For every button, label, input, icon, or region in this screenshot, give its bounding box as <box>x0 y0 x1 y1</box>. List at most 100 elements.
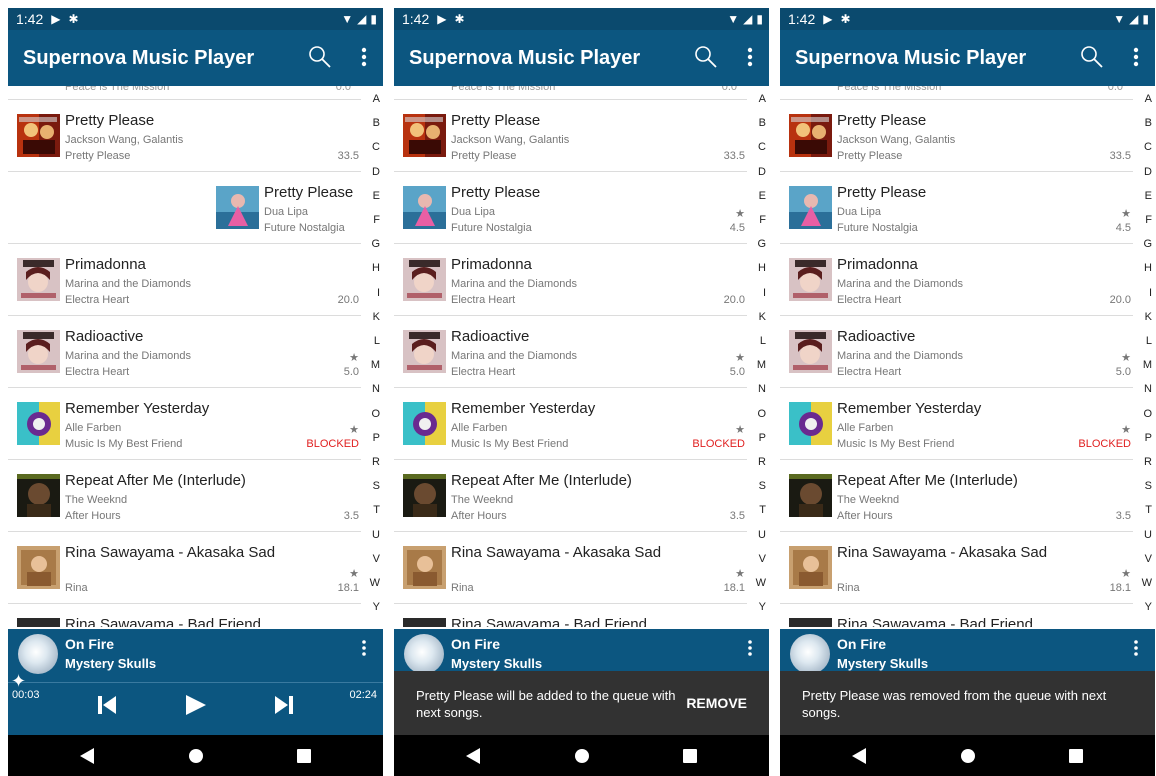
alphabet-letter[interactable]: E <box>759 190 766 202</box>
alphabet-letter[interactable]: B <box>759 117 766 129</box>
alphabet-letter[interactable]: N <box>758 383 766 395</box>
song-row[interactable]: Rina Sawayama - Bad Friend <box>780 604 1133 627</box>
search-icon[interactable] <box>1079 44 1105 70</box>
alphabet-letter[interactable]: U <box>758 529 766 541</box>
skip-next-icon[interactable] <box>272 693 296 717</box>
more-vert-icon[interactable] <box>1133 639 1139 657</box>
recents-icon[interactable] <box>681 747 699 765</box>
song-row[interactable]: Rina Sawayama - Bad Friend <box>394 604 747 627</box>
alphabet-letter[interactable]: F <box>373 214 380 226</box>
alphabet-letter[interactable]: V <box>1145 553 1152 565</box>
song-row[interactable]: Primadonna Marina and the Diamonds Electra… <box>780 244 1133 316</box>
song-row[interactable]: Pretty Please Jackson Wang, Galantis Prett… <box>780 100 1133 172</box>
alphabet-letter[interactable]: M <box>757 359 766 371</box>
alphabet-letter[interactable]: Y <box>759 601 766 613</box>
song-row[interactable]: Pretty Please Dua Lipa Future Nostalgia ★ 4.… <box>780 172 1133 244</box>
alphabet-letter[interactable]: T <box>1145 504 1152 516</box>
song-row[interactable]: Repeat After Me (Interlude) The Weeknd Aft… <box>780 460 1133 532</box>
alphabet-letter[interactable]: P <box>373 432 380 444</box>
alphabet-letter[interactable]: V <box>759 553 766 565</box>
home-icon[interactable] <box>959 747 977 765</box>
alphabet-letter[interactable]: T <box>759 504 766 516</box>
alphabet-letter[interactable]: C <box>1144 141 1152 153</box>
alphabet-letter[interactable]: I <box>377 287 380 299</box>
alphabet-letter[interactable]: B <box>373 117 380 129</box>
alphabet-letter[interactable]: R <box>1144 456 1152 468</box>
alphabet-letter[interactable]: K <box>759 311 766 323</box>
alphabet-letter[interactable]: E <box>373 190 380 202</box>
song-row[interactable]: Primadonna Marina and the Diamonds Electra… <box>8 244 361 316</box>
more-vert-icon[interactable] <box>1129 44 1143 70</box>
alphabet-letter[interactable]: T <box>373 504 380 516</box>
more-vert-icon[interactable] <box>361 639 367 657</box>
song-row[interactable]: Radioactive Marina and the Diamonds Electr… <box>780 316 1133 388</box>
alphabet-letter[interactable]: M <box>371 359 380 371</box>
alphabet-letter[interactable]: C <box>758 141 766 153</box>
alphabet-letter[interactable]: A <box>759 93 766 105</box>
alphabet-index[interactable]: ABC DEFGH IKLMN OPRST UVWY <box>752 93 769 627</box>
alphabet-letter[interactable]: G <box>371 238 380 250</box>
play-icon[interactable] <box>183 693 207 717</box>
alphabet-letter[interactable]: S <box>1145 480 1152 492</box>
more-vert-icon[interactable] <box>357 44 371 70</box>
alphabet-letter[interactable]: D <box>1144 166 1152 178</box>
song-list[interactable]: Peace is The Mission 0.0 Pretty Please Jack… <box>780 86 1138 627</box>
recents-icon[interactable] <box>1067 747 1085 765</box>
home-icon[interactable] <box>187 747 205 765</box>
snackbar-remove-button[interactable]: REMOVE <box>686 695 747 711</box>
alphabet-letter[interactable]: L <box>1146 335 1152 347</box>
alphabet-index[interactable]: ABC DEFGH IKLMN OPRST UVWY <box>366 93 383 627</box>
alphabet-letter[interactable]: O <box>757 408 766 420</box>
list-item[interactable]: Peace is The Mission 0.0 <box>780 86 1133 100</box>
alphabet-letter[interactable]: W <box>756 577 766 589</box>
song-list[interactable]: Peace is The Mission 0.0 Pretty Please Jack… <box>394 86 752 627</box>
alphabet-letter[interactable]: U <box>1144 529 1152 541</box>
home-icon[interactable] <box>573 747 591 765</box>
alphabet-letter[interactable]: E <box>1145 190 1152 202</box>
song-row[interactable]: Rina Sawayama - Akasaka Sad Rina ★ 18.1 <box>394 532 747 604</box>
song-row[interactable]: Rina Sawayama - Bad Friend <box>8 604 361 627</box>
alphabet-letter[interactable]: C <box>372 141 380 153</box>
song-row[interactable]: Remember Yesterday Alle Farben Music Is My… <box>780 388 1133 460</box>
alphabet-letter[interactable]: N <box>372 383 380 395</box>
alphabet-letter[interactable]: A <box>373 93 380 105</box>
list-item[interactable]: Peace is The Mission 0.0 <box>8 86 361 100</box>
more-vert-icon[interactable] <box>743 44 757 70</box>
song-row[interactable]: Remember Yesterday Alle Farben Music Is My… <box>394 388 747 460</box>
alphabet-letter[interactable]: K <box>373 311 380 323</box>
back-icon[interactable] <box>78 747 96 765</box>
alphabet-letter[interactable]: L <box>374 335 380 347</box>
alphabet-letter[interactable]: F <box>759 214 766 226</box>
alphabet-letter[interactable]: S <box>373 480 380 492</box>
alphabet-letter[interactable]: Y <box>1145 601 1152 613</box>
alphabet-letter[interactable]: D <box>372 166 380 178</box>
search-icon[interactable] <box>693 44 719 70</box>
alphabet-letter[interactable]: I <box>1149 287 1152 299</box>
alphabet-index[interactable]: ABC DEFGH IKLMN OPRST UVWY <box>1138 93 1155 627</box>
seek-bar[interactable] <box>8 682 383 683</box>
song-row[interactable]: Pretty Please Dua Lipa Future Nostalgia ★ 4.… <box>394 172 747 244</box>
alphabet-letter[interactable]: R <box>758 456 766 468</box>
more-vert-icon[interactable] <box>747 639 753 657</box>
alphabet-letter[interactable]: Y <box>373 601 380 613</box>
now-playing-bar[interactable]: On Fire Mystery Skulls ✦ 00:03 02:24 <box>8 629 383 735</box>
alphabet-letter[interactable]: P <box>1145 432 1152 444</box>
alphabet-letter[interactable]: L <box>760 335 766 347</box>
alphabet-letter[interactable]: H <box>758 262 766 274</box>
song-row[interactable]: Primadonna Marina and the Diamonds Electra… <box>394 244 747 316</box>
back-icon[interactable] <box>850 747 868 765</box>
song-row[interactable]: Rina Sawayama - Akasaka Sad Rina ★ 18.1 <box>8 532 361 604</box>
alphabet-letter[interactable]: B <box>1145 117 1152 129</box>
alphabet-letter[interactable]: F <box>1145 214 1152 226</box>
alphabet-letter[interactable]: V <box>373 553 380 565</box>
alphabet-letter[interactable]: M <box>1143 359 1152 371</box>
alphabet-letter[interactable]: D <box>758 166 766 178</box>
song-row[interactable]: Radioactive Marina and the Diamonds Electr… <box>8 316 361 388</box>
song-row[interactable]: Pretty Please Jackson Wang, Galantis Prett… <box>394 100 747 172</box>
alphabet-letter[interactable]: H <box>1144 262 1152 274</box>
alphabet-letter[interactable]: N <box>1144 383 1152 395</box>
alphabet-letter[interactable]: G <box>757 238 766 250</box>
alphabet-letter[interactable]: U <box>372 529 380 541</box>
song-row[interactable]: Rina Sawayama - Akasaka Sad Rina ★ 18.1 <box>780 532 1133 604</box>
recents-icon[interactable] <box>295 747 313 765</box>
